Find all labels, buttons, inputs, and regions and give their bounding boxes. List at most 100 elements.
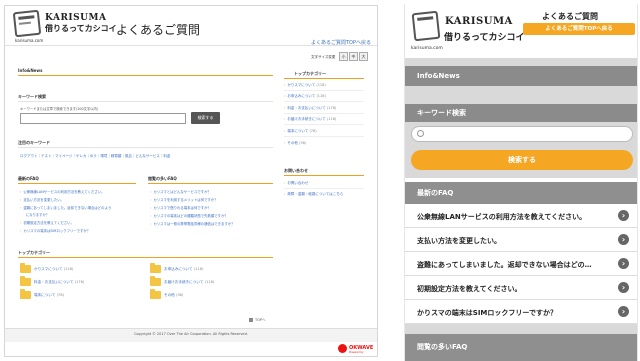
mobile-view: KARISUMA 借りるってカシコイ karisuma.com よくあるご質問 …	[404, 4, 638, 361]
brand-name-jp: 借りるってカシコイ	[444, 33, 525, 43]
latest-faq-item[interactable]: カリスマの端末はSIMロックフリーですか？	[20, 228, 90, 233]
sidebar-rule	[284, 78, 364, 79]
popular-faq-item[interactable]: カリスマで借りれる端末は何ですか？	[150, 205, 211, 210]
sidebar-item[interactable]: その他 (36)	[284, 139, 364, 147]
chevron-right-icon: ›	[618, 282, 629, 293]
latest-faq-item[interactable]: 盗難にあってしまいました。返却できない場合はどのよう	[20, 205, 111, 210]
font-size-medium-button[interactable]: 中	[349, 52, 358, 61]
category-label: 料金・お支払いについて	[34, 280, 74, 284]
popular-keywords-rule	[18, 147, 273, 148]
category-item[interactable]: お届けお手続きについて (118)	[150, 276, 250, 289]
page-title: よくあるご質問	[116, 23, 201, 37]
faq-row[interactable]: 盗難にあってしまいました。返却できない場合はどの… ›	[405, 252, 637, 276]
sidebar-item[interactable]: かりスマについて (118)	[284, 81, 364, 89]
faq-top-link[interactable]: よくあるご質問TOPへ戻る	[311, 39, 371, 46]
folder-icon	[20, 263, 31, 273]
folder-icon	[20, 276, 31, 286]
folder-icon	[150, 263, 161, 273]
latest-faq-item-cont[interactable]: になりますか？	[26, 212, 49, 217]
page-title: よくあるご質問	[542, 12, 598, 21]
desktop-header: KARISUMA 借りるってカシコイ karisuma.com よくあるご質問 …	[5, 6, 377, 46]
chevron-right-icon: ›	[618, 234, 629, 245]
faq-row[interactable]: 公衆無線LANサービスの利用方法を教えてください。 ›	[405, 204, 637, 228]
popular-faq-item[interactable]: カリスマは一般の携帯電話同様の通信はできますか？	[150, 221, 234, 226]
category-count: (118)	[204, 280, 215, 284]
category-label: かりスマについて	[34, 267, 63, 271]
sidebar-item-label: 料金・お支払いについて	[287, 106, 326, 110]
latest-faq-rule	[18, 183, 136, 184]
sidebar-item[interactable]: 端末について (78)	[284, 127, 364, 135]
category-count: (176)	[74, 280, 85, 284]
chevron-right-icon: ›	[618, 210, 629, 221]
popular-keywords-heading: 注目のキーワード	[18, 140, 50, 145]
top-category-heading: トップカテゴリー	[18, 250, 50, 255]
category-count: (118)	[193, 267, 204, 271]
sidebar-heading: トップカテゴリー	[294, 71, 326, 76]
category-item[interactable]: 端末について (78)	[20, 289, 120, 302]
search-button[interactable]: 検索する	[411, 150, 633, 170]
back-to-top-link[interactable]: TOPへ	[249, 318, 266, 323]
sidebar-item[interactable]: お届けお手続きについて (118)	[284, 115, 364, 123]
sidebar-item-count: (78)	[309, 129, 317, 133]
category-label: お申込みについて	[164, 267, 193, 271]
latest-faq-heading: 最新のFAQ	[405, 182, 637, 204]
info-news-rule	[18, 75, 273, 76]
latest-faq-item[interactable]: 公衆無線LANサービスの利用方法を教えてください。	[20, 189, 104, 194]
mobile-header: KARISUMA 借りるってカシコイ karisuma.com よくあるご質問 …	[405, 4, 637, 58]
karisuma-logo-icon[interactable]	[12, 9, 42, 38]
sidebar-item-label: お届けお手続きについて	[287, 117, 326, 121]
search-icon	[417, 130, 424, 137]
keyword-rule	[18, 101, 273, 102]
category-item[interactable]: その他 (36)	[150, 289, 250, 302]
keyword-search-bar: キーワード検索	[405, 104, 637, 122]
info-news-heading: Info&News	[18, 68, 43, 73]
sidebar-item-count: (118)	[316, 94, 326, 98]
faq-top-button[interactable]: よくあるご質問TOPへ戻る	[523, 23, 635, 35]
contact-item[interactable]: 故障・盗難・破損についてはこちら	[284, 190, 364, 198]
category-count: (118)	[63, 267, 74, 271]
popular-faq-rule	[148, 183, 273, 184]
sidebar-item-label: 端末について	[287, 129, 309, 133]
folder-icon	[150, 276, 161, 286]
sidebar-item[interactable]: お申込みについて (118)	[284, 92, 364, 100]
popular-faq-item[interactable]: カリスマとはどんなサービスですか？	[150, 189, 211, 194]
popular-keywords-list[interactable]: ログアウト｜テスト｜マイページ｜ゲレカ｜ゆう｜環境｜精算額｜風呂｜どんなサービス…	[20, 154, 170, 159]
sidebar-item-count: (36)	[299, 141, 307, 145]
category-label: その他	[164, 293, 175, 297]
info-news-bar[interactable]: Info&News	[405, 66, 637, 86]
okwave-logo[interactable]: Powered by OKWAVE	[338, 343, 373, 354]
sidebar-item[interactable]: 料金・お支払いについて (176)	[284, 104, 364, 112]
category-item[interactable]: 料金・お支払いについて (176)	[20, 276, 120, 289]
font-size-label: 文字サイズ変更	[311, 55, 336, 59]
faq-row[interactable]: 初期設定方法を教えてください。 ›	[405, 276, 637, 300]
category-label: 端末について	[34, 293, 56, 297]
faq-row[interactable]: 支払い方法を変更したい。 ›	[405, 228, 637, 252]
latest-faq-item[interactable]: 支払い方法を変更したい。	[20, 197, 64, 202]
chevron-right-icon: ›	[618, 306, 629, 317]
okwave-logo-icon	[338, 344, 347, 353]
chevron-right-icon: ›	[618, 258, 629, 269]
category-count: (78)	[56, 293, 65, 297]
sidebar-item-count: (118)	[326, 117, 337, 121]
category-item[interactable]: かりスマについて (118)	[20, 263, 120, 276]
brand-domain: karisuma.com	[411, 46, 443, 51]
keyword-search-input[interactable]	[20, 113, 186, 124]
search-input[interactable]	[411, 126, 633, 142]
top-category-rule	[18, 257, 273, 258]
search-button[interactable]: 検索する	[191, 112, 220, 124]
font-size-small-button[interactable]: 小	[339, 52, 348, 61]
latest-faq-item[interactable]: 初期設定方法を教えてください。	[20, 220, 74, 225]
popular-faq-item[interactable]: カリスマを利用するメリットは何ですか？	[150, 197, 217, 202]
sidebar-item-label: お申込みについて	[287, 94, 316, 98]
faq-row[interactable]: かりスマの端末はSIMロックフリーですか？ ›	[405, 300, 637, 324]
popular-faq-item[interactable]: カリスマの端末はどの種類状態で先着順ですか？	[150, 213, 228, 218]
category-label: お届けお手続きについて	[164, 280, 204, 284]
sidebar-item-label: かりスマについて	[287, 83, 316, 87]
copyright: Copyright © 2017 Over The Air Corporatio…	[134, 332, 248, 336]
popular-faq-heading: 閲覧の多いFAQ	[405, 334, 637, 361]
contact-item[interactable]: お問い合わせ	[284, 179, 364, 187]
folder-icon	[150, 289, 161, 299]
font-size-large-button[interactable]: 大	[359, 52, 368, 61]
karisuma-logo-icon[interactable]	[411, 10, 441, 42]
category-item[interactable]: お申込みについて (118)	[150, 263, 250, 276]
